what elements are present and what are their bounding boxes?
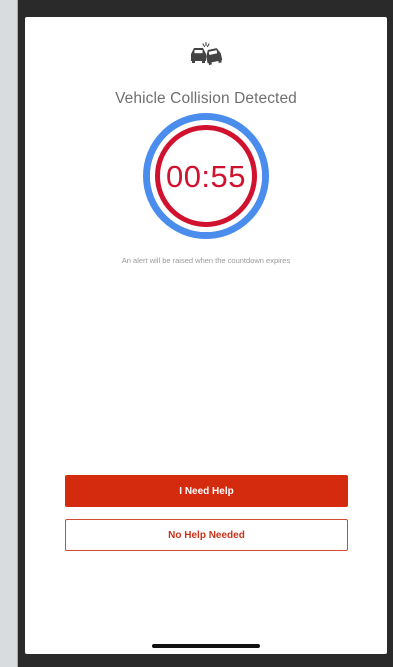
countdown-timer: 00:55 bbox=[165, 158, 247, 194]
no-help-needed-button[interactable]: No Help Needed bbox=[65, 519, 348, 551]
collision-alert-screen: Vehicle Collision Detected 00:55 An aler… bbox=[25, 17, 387, 654]
phone-frame: Vehicle Collision Detected 00:55 An aler… bbox=[17, 0, 393, 667]
device-background: Vehicle Collision Detected 00:55 An aler… bbox=[0, 0, 393, 667]
car-collision-icon bbox=[191, 41, 223, 65]
countdown-message: An alert will be raised when the countdo… bbox=[121, 256, 291, 265]
home-indicator[interactable] bbox=[152, 644, 260, 648]
need-help-button[interactable]: I Need Help bbox=[65, 475, 348, 507]
countdown-inner-ring: 00:55 bbox=[155, 125, 257, 227]
countdown-ring: 00:55 bbox=[143, 113, 269, 239]
collision-title: Vehicle Collision Detected bbox=[115, 90, 297, 107]
